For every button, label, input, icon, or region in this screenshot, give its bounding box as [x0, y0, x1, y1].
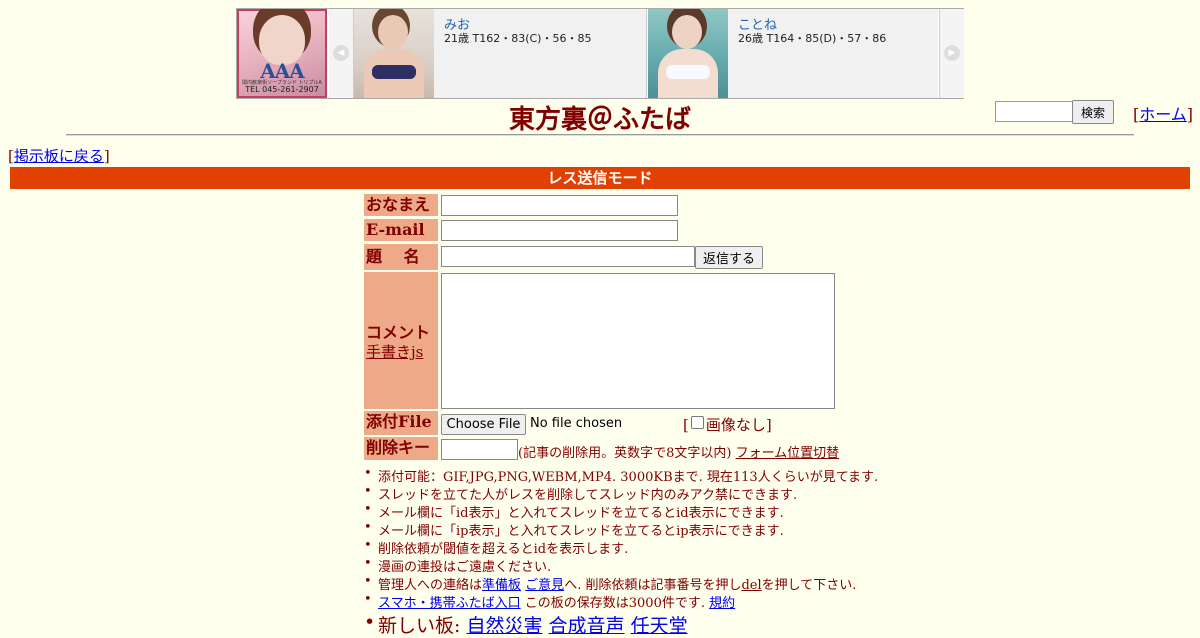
name-label: おなまえ	[364, 194, 438, 216]
bracket: [	[683, 416, 689, 434]
list-item: 削除依頼が閾値を超えるとidを表示します.	[364, 538, 884, 557]
note-text: この板の保存数は3000件です.	[520, 596, 710, 611]
note-text: を押して下さい.	[761, 578, 857, 593]
ad-banner[interactable]: AAA 関内歓楽街ソープランド トリプルA TEL 045-261-2907 ◀…	[236, 8, 964, 99]
list-item: 漫画の連投はご遠慮ください.	[364, 556, 884, 575]
note-text: 管理人への連絡は	[378, 578, 483, 593]
comment-textarea[interactable]	[441, 273, 835, 409]
carousel-next-button[interactable]: ▶	[939, 9, 964, 98]
choose-file-button[interactable]: Choose File	[441, 414, 526, 435]
file-label: 添付File	[364, 411, 438, 435]
home-link[interactable]: ホーム	[1139, 105, 1187, 124]
name-input[interactable]	[441, 195, 678, 216]
rules-link[interactable]: 規約	[709, 596, 735, 611]
profile-stats: 26歳 T164・85(D)・57・86	[738, 32, 887, 45]
new-board-link[interactable]: 合成音声	[549, 615, 625, 637]
prep-board-link[interactable]: 準備板	[482, 578, 521, 593]
list-item: メール欄に「id表示」と入れてスレッドを立てるとid表示にできます.	[364, 502, 884, 521]
list-item: 新しい板: 自然災害 合成音声 任天堂	[364, 611, 884, 637]
carousel-prev-button[interactable]: ◀	[329, 9, 354, 98]
file-status: No file chosen	[530, 416, 623, 431]
comment-label-cell: コメント 手書きjs	[364, 272, 438, 409]
list-item: 添付可能：GIF,JPG,PNG,WEBM,MP4. 3000KBまで. 現在1…	[364, 466, 884, 485]
divider	[66, 134, 1134, 136]
rules-list: 添付可能：GIF,JPG,PNG,WEBM,MP4. 3000KBまで. 現在1…	[364, 466, 884, 637]
form-position-toggle-link[interactable]: フォーム位置切替	[736, 446, 840, 461]
profile-card[interactable]: みお 21歳 T162・83(C)・56・85	[354, 9, 647, 98]
search-button[interactable]: 検索	[1072, 100, 1114, 124]
bracket: ]	[1186, 105, 1194, 124]
chevron-right-icon: ▶	[944, 45, 960, 61]
subject-input[interactable]	[441, 246, 695, 267]
comment-label: コメント	[366, 323, 431, 342]
chevron-left-icon: ◀	[333, 45, 349, 61]
profile-photo[interactable]	[354, 9, 434, 98]
list-item: 管理人への連絡は準備板 ご意見へ. 削除依頼は記事番号を押しdelを押して下さい…	[364, 574, 884, 593]
ad-logo[interactable]: AAA 関内歓楽街ソープランド トリプルA TEL 045-261-2907	[237, 9, 327, 98]
bracket: ]	[103, 147, 110, 165]
delete-key-note: (記事の削除用。英数字で8文字以内) フォーム位置切替	[518, 442, 839, 461]
email-input[interactable]	[441, 220, 678, 241]
delete-key-input[interactable]	[441, 439, 518, 460]
profile-photo[interactable]	[648, 9, 728, 98]
subject-label: 題 名	[364, 244, 438, 270]
profile-stats: 21歳 T162・83(C)・56・85	[444, 32, 592, 45]
email-label: E-mail	[364, 219, 438, 241]
no-image-label[interactable]: 画像なし]	[706, 416, 772, 434]
mobile-entrance-link[interactable]: スマホ・携帯ふたば入口	[378, 596, 521, 611]
new-board-link[interactable]: 任天堂	[631, 615, 688, 637]
profile-card[interactable]: ことね 26歳 T164・85(D)・57・86	[648, 9, 938, 98]
no-image-option: [ 画像なし]	[683, 414, 772, 435]
reply-mode-banner: レス送信モード	[10, 167, 1190, 189]
new-boards-label: 新しい板:	[378, 615, 467, 637]
new-board-link[interactable]: 自然災害	[466, 615, 542, 637]
list-item: メール欄に「ip表示」と入れてスレッドを立てるとip表示にできます.	[364, 520, 884, 539]
feedback-link[interactable]: ご意見	[525, 578, 564, 593]
ad-model-photo	[259, 15, 305, 65]
delete-key-label: 削除キー	[364, 437, 438, 460]
ad-phone: TEL 045-261-2907	[245, 85, 319, 94]
handwriting-js-link[interactable]: 手書きjs	[366, 341, 423, 362]
reply-submit-button[interactable]: 返信する	[695, 246, 763, 269]
del-link[interactable]: del	[741, 578, 761, 593]
list-item: スレッドを立てた人がレスを削除してスレッド内のみアク禁にできます.	[364, 484, 884, 503]
delete-key-hint: (記事の削除用。英数字で8文字以内)	[518, 446, 732, 461]
list-item: スマホ・携帯ふたば入口 この板の保存数は3000件です. 規約	[364, 592, 884, 611]
note-text: へ. 削除依頼は記事番号を押し	[564, 578, 742, 593]
back-link-wrapper: [掲示板に戻る]	[8, 145, 110, 166]
search-input[interactable]	[995, 101, 1073, 122]
no-image-checkbox[interactable]	[690, 416, 704, 429]
home-link-wrapper: [ホーム]	[1133, 101, 1193, 125]
back-to-board-link[interactable]: 掲示板に戻る	[14, 147, 104, 165]
